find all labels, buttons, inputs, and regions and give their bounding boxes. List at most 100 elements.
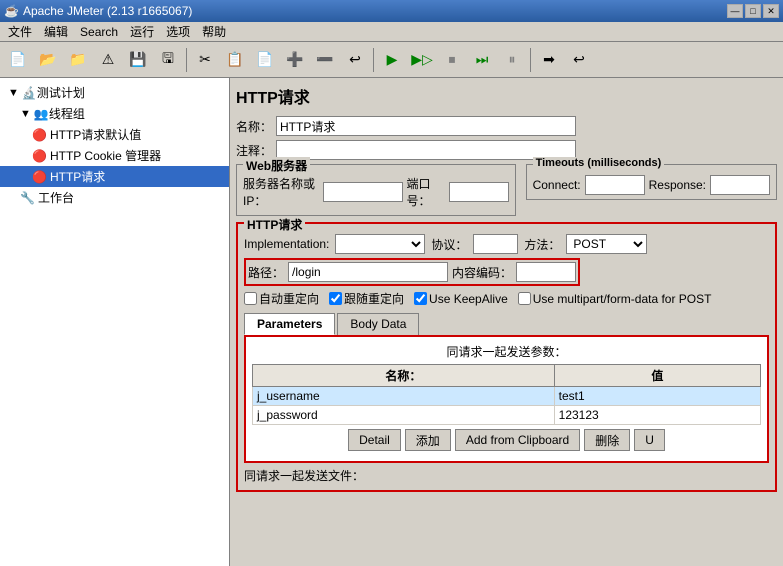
keepalive-checkbox[interactable] — [414, 292, 427, 305]
toolbar-remote-stop[interactable]: ➡ — [535, 46, 563, 74]
close-button[interactable]: ✕ — [763, 4, 779, 18]
thread-group-icon: 👥 — [34, 107, 49, 121]
port-label: 端口号： — [407, 175, 445, 209]
impl-row: Implementation: HttpClient3.1 HttpClient… — [244, 234, 769, 254]
follow-redirect-checkbox[interactable] — [329, 292, 342, 305]
params-table: 名称： 值 j_username test1 j_password 123123 — [252, 364, 761, 425]
auto-redirect-label[interactable]: 自动重定向 — [244, 290, 319, 307]
server-name-input[interactable] — [323, 182, 403, 202]
impl-label: Implementation: — [244, 237, 329, 251]
toolbar-new[interactable]: 📄 — [4, 46, 32, 74]
panel-title: HTTP请求 — [236, 84, 777, 108]
toolbar-paste[interactable]: 📄 — [251, 46, 279, 74]
protocol-label: 协议： — [431, 236, 467, 253]
response-label: Response: — [649, 178, 706, 192]
cookie-icon: 🔴 — [32, 149, 47, 163]
menu-search[interactable]: Search — [74, 23, 124, 41]
add-from-clipboard-button[interactable]: Add from Clipboard — [455, 429, 580, 451]
server-name-label: 服务器名称或IP： — [243, 175, 319, 209]
tree-item-cookie-manager[interactable]: 🔴 HTTP Cookie 管理器 — [0, 145, 229, 166]
toolbar-start[interactable]: ▶ — [378, 46, 406, 74]
params-title: 同请求一起发送参数： — [252, 343, 761, 360]
menu-options[interactable]: 选项 — [160, 21, 196, 42]
tree-item-http-request-label: HTTP请求 — [50, 168, 105, 185]
toolbar-remote-start[interactable]: ⏸ — [498, 46, 526, 74]
param-value[interactable]: 123123 — [554, 406, 760, 425]
tab-parameters[interactable]: Parameters — [244, 313, 335, 335]
name-row: 名称： — [236, 116, 777, 136]
http-request-section: HTTP请求 Implementation: HttpClient3.1 Htt… — [236, 222, 777, 492]
keepalive-label[interactable]: Use KeepAlive — [414, 292, 508, 306]
auto-redirect-checkbox[interactable] — [244, 292, 257, 305]
maximize-button[interactable]: □ — [745, 4, 761, 18]
comment-label: 注释： — [236, 142, 272, 159]
tree-item-thread-group[interactable]: ▼ 👥 线程组 — [0, 103, 229, 124]
up-button[interactable]: U — [634, 429, 665, 451]
toolbar-start-no-pause[interactable]: ▶▷ — [408, 46, 436, 74]
toolbar-save[interactable]: 💾 — [124, 46, 152, 74]
param-name[interactable]: j_username — [253, 387, 555, 406]
web-server-row: Web服务器 服务器名称或IP： 端口号： Timeouts (millisec… — [236, 164, 777, 216]
tree-item-workbench-label: 工作台 — [38, 189, 74, 206]
content-encoding-input[interactable] — [516, 262, 576, 282]
minimize-button[interactable]: — — [727, 4, 743, 18]
follow-redirect-label[interactable]: 跟随重定向 — [329, 290, 404, 307]
name-input[interactable] — [276, 116, 576, 136]
tree-expand-icon-2: ▼ — [20, 108, 31, 120]
tree-item-http-defaults-label: HTTP请求默认值 — [50, 126, 141, 143]
response-input[interactable] — [710, 175, 770, 195]
http-defaults-icon: 🔴 — [32, 128, 47, 142]
tree-item-http-request[interactable]: 🔴 HTTP请求 — [0, 166, 229, 187]
path-input[interactable] — [288, 262, 448, 282]
tree-item-http-defaults[interactable]: 🔴 HTTP请求默认值 — [0, 124, 229, 145]
path-label: 路径： — [248, 264, 284, 281]
checkbox-row: 自动重定向 跟随重定向 Use KeepAlive Use multipart/… — [244, 290, 769, 307]
table-row[interactable]: j_username test1 — [253, 387, 761, 406]
toolbar-cut[interactable]: ✂ — [191, 46, 219, 74]
http-request-icon: 🔴 — [32, 170, 47, 184]
content-encoding-label: 内容编码： — [452, 264, 512, 281]
toolbar-open[interactable]: 📁 — [64, 46, 92, 74]
toolbar-templates[interactable]: 📂 — [34, 46, 62, 74]
param-name[interactable]: j_password — [253, 406, 555, 425]
multipart-checkbox[interactable] — [518, 292, 531, 305]
add-button[interactable]: 添加 — [405, 429, 451, 451]
toolbar-remote-exit[interactable]: ↩ — [565, 46, 593, 74]
toolbar-save2[interactable]: 🖫 — [154, 46, 182, 74]
toolbar-stop[interactable]: ⏹ — [438, 46, 466, 74]
tree-item-cookie-label: HTTP Cookie 管理器 — [50, 147, 161, 164]
toolbar-stop-now[interactable]: ⏭ — [468, 46, 496, 74]
tab-content-parameters: 同请求一起发送参数： 名称： 值 j_username test1 — [244, 335, 769, 463]
toolbar-collapse[interactable]: ➖ — [311, 46, 339, 74]
tree-item-workbench[interactable]: 🔧 工作台 — [0, 187, 229, 208]
menu-help[interactable]: 帮助 — [196, 21, 232, 42]
param-value[interactable]: test1 — [554, 387, 760, 406]
comment-row: 注释： — [236, 140, 777, 160]
tree-item-test-plan-label: 测试计划 — [37, 84, 85, 101]
follow-redirect-text: 跟随重定向 — [344, 290, 404, 307]
menu-edit[interactable]: 编辑 — [38, 21, 74, 42]
port-input[interactable] — [449, 182, 509, 202]
toolbar-copy[interactable]: 📋 — [221, 46, 249, 74]
detail-button[interactable]: Detail — [348, 429, 401, 451]
table-row[interactable]: j_password 123123 — [253, 406, 761, 425]
method-label: 方法： — [524, 236, 560, 253]
tree-item-thread-group-label: 线程组 — [49, 105, 85, 122]
tab-body-data[interactable]: Body Data — [337, 313, 419, 335]
connect-input[interactable] — [585, 175, 645, 195]
menu-run[interactable]: 运行 — [124, 21, 160, 42]
button-row: Detail 添加 Add from Clipboard 删除 U — [252, 425, 761, 455]
menu-file[interactable]: 文件 — [2, 21, 38, 42]
comment-input[interactable] — [276, 140, 576, 160]
impl-select[interactable]: HttpClient3.1 HttpClient4 Java — [335, 234, 425, 254]
protocol-input[interactable] — [473, 234, 518, 254]
toolbar-sep-1 — [186, 48, 187, 72]
tree-item-test-plan[interactable]: ▼ 🔬 测试计划 — [0, 82, 229, 103]
toolbar-warning[interactable]: ⚠ — [94, 46, 122, 74]
col-value: 值 — [554, 365, 760, 387]
method-select[interactable]: GET POST PUT DELETE HEAD OPTIONS TRACE P… — [566, 234, 647, 254]
toolbar-expand[interactable]: ➕ — [281, 46, 309, 74]
delete-button[interactable]: 删除 — [584, 429, 630, 451]
multipart-label[interactable]: Use multipart/form-data for POST — [518, 292, 712, 306]
toolbar-toggle[interactable]: ↩ — [341, 46, 369, 74]
